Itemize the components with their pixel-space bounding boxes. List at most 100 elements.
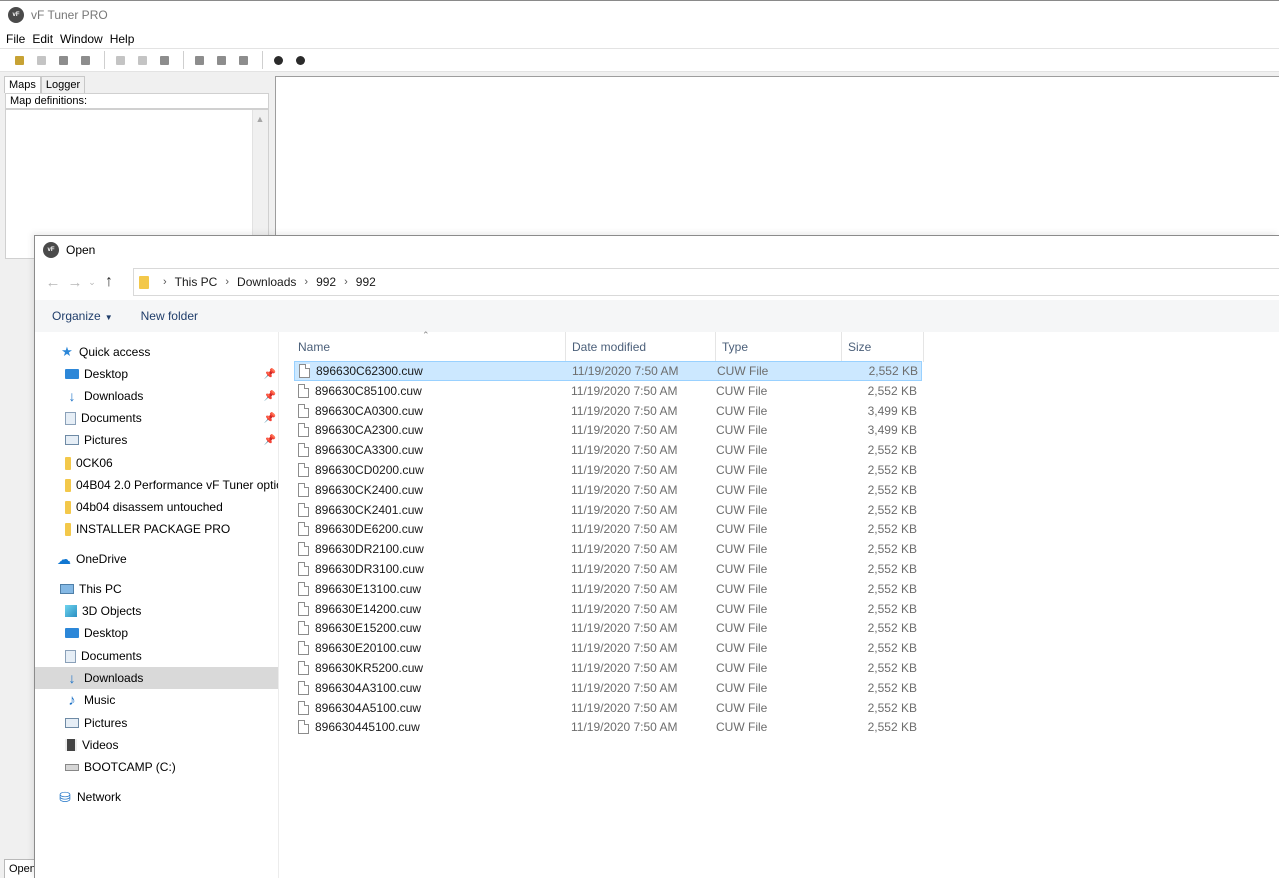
nav-pictures[interactable]: Pictures — [35, 712, 278, 734]
menu-edit[interactable]: Edit — [32, 32, 53, 46]
cascade-icon[interactable] — [190, 51, 208, 69]
app-logo: vF — [43, 242, 59, 258]
scroll-up-icon[interactable]: ▲ — [252, 110, 268, 128]
paste-icon[interactable] — [155, 51, 173, 69]
file-row[interactable]: 896630E13100.cuw 11/19/2020 7:50 AM CUW Fi… — [294, 579, 922, 599]
file-row[interactable]: 896630E14200.cuw 11/19/2020 7:50 AM CUW Fi… — [294, 599, 922, 619]
app-title: vF Tuner PRO — [31, 8, 108, 22]
copy-icon[interactable] — [133, 51, 151, 69]
new-folder-button[interactable]: New folder — [141, 309, 198, 323]
file-row[interactable]: 896630445100.cuw 11/19/2020 7:50 AM CUW Fi… — [294, 717, 922, 737]
file-icon — [298, 700, 309, 715]
file-row[interactable]: 896630DE6200.cuw 11/19/2020 7:50 AM CUW Fi… — [294, 519, 922, 539]
chevron-right-icon[interactable]: › — [344, 276, 348, 288]
tile-vertical-icon[interactable] — [234, 51, 252, 69]
pictures-icon — [65, 718, 79, 728]
forward-arrow-icon[interactable]: → — [64, 271, 86, 293]
nav-quick-pictures[interactable]: Pictures 📌 — [35, 429, 278, 451]
organize-button[interactable]: Organize ▼ — [52, 309, 113, 323]
file-row[interactable]: 896630CA0300.cuw 11/19/2020 7:50 AM CUW Fi… — [294, 401, 922, 421]
pin-icon[interactable]: 📌 — [264, 413, 276, 424]
connect-icon[interactable] — [269, 51, 287, 69]
file-row[interactable]: 896630KR5200.cuw 11/19/2020 7:50 AM CUW Fi… — [294, 658, 922, 678]
file-row[interactable]: 896630DR2100.cuw 11/19/2020 7:50 AM CUW Fi… — [294, 539, 922, 559]
file-date-cell: 11/19/2020 7:50 AM — [571, 542, 678, 557]
file-icon — [298, 601, 309, 616]
file-name: 896630CA0300.cuw — [315, 403, 424, 418]
file-size-cell: 2,552 KB — [867, 383, 917, 398]
file-row[interactable]: 896630CA3300.cuw 11/19/2020 7:50 AM CUW Fi… — [294, 440, 922, 460]
nav-music[interactable]: ♪ Music — [35, 689, 278, 711]
file-row[interactable]: 896630CK2401.cuw 11/19/2020 7:50 AM CUW Fi… — [294, 500, 922, 520]
file-row[interactable]: 896630DR3100.cuw 11/19/2020 7:50 AM CUW Fi… — [294, 559, 922, 579]
nav-quick-downloads[interactable]: ↓ Downloads 📌 — [35, 385, 278, 407]
file-row[interactable]: 896630CA2300.cuw 11/19/2020 7:50 AM CUW Fi… — [294, 420, 922, 440]
nav-downloads[interactable]: ↓ Downloads — [35, 667, 278, 689]
nav-quick-desktop[interactable]: Desktop 📌 — [35, 363, 278, 385]
nav-3d-objects[interactable]: 3D Objects — [35, 600, 278, 622]
tune-icon[interactable] — [291, 51, 309, 69]
nav-quick-documents[interactable]: Documents 📌 — [35, 407, 278, 429]
chevron-right-icon[interactable]: › — [304, 276, 308, 288]
nav-network[interactable]: ⛁ Network — [35, 786, 278, 808]
pin-icon[interactable]: 📌 — [264, 369, 276, 380]
recent-locations-chevron-icon[interactable]: ⌄ — [86, 271, 98, 293]
tab-maps[interactable]: Maps — [4, 76, 41, 93]
file-type-cell: CUW File — [716, 661, 768, 675]
column-header-date[interactable]: Date modified — [566, 332, 716, 362]
back-arrow-icon[interactable]: ← — [42, 271, 64, 293]
tab-logger[interactable]: Logger — [40, 76, 86, 93]
nav-quick-folder-installer[interactable]: INSTALLER PACKAGE PRO — [35, 518, 278, 540]
nav-label: Desktop — [84, 626, 129, 640]
column-header-type[interactable]: Type — [716, 332, 842, 362]
file-row[interactable]: 8966304A5100.cuw 11/19/2020 7:50 AM CUW Fi… — [294, 698, 922, 718]
file-row[interactable]: 896630CD0200.cuw 11/19/2020 7:50 AM CUW Fi… — [294, 460, 922, 480]
pin-icon[interactable]: 📌 — [264, 435, 276, 446]
file-icon — [298, 661, 309, 675]
file-row[interactable]: 896630CK2400.cuw 11/19/2020 7:50 AM CUW Fi… — [294, 480, 922, 500]
save-all-icon[interactable] — [76, 51, 94, 69]
breadcrumb-this-pc[interactable]: This PC — [175, 275, 218, 289]
breadcrumb-992[interactable]: 992 — [316, 275, 336, 289]
file-row[interactable]: 896630C85100.cuw 11/19/2020 7:50 AM CUW Fi… — [294, 381, 922, 401]
nav-videos[interactable]: Videos — [35, 734, 278, 756]
chevron-right-icon[interactable]: › — [225, 276, 229, 288]
save-icon[interactable] — [54, 51, 72, 69]
file-icon — [299, 364, 310, 378]
file-name: 896630CK2400.cuw — [315, 482, 424, 497]
up-arrow-icon[interactable]: ↑ — [98, 271, 120, 293]
nav-label: 3D Objects — [82, 604, 142, 618]
nav-desktop[interactable]: Desktop — [35, 622, 278, 644]
tile-horizontal-icon[interactable] — [212, 51, 230, 69]
toolbar — [0, 48, 1279, 72]
file-size-cell: 2,552 KB — [867, 502, 917, 517]
nav-quick-folder-04b04-performance[interactable]: 04B04 2.0 Performance vF Tuner options — [35, 474, 278, 496]
nav-quick-folder-0ck06[interactable]: 0CK06 — [35, 452, 278, 474]
file-row[interactable]: 896630C62300.cuw 11/19/2020 7:50 AM CUW Fi… — [294, 361, 922, 381]
column-header-size[interactable]: Size — [842, 332, 924, 362]
column-header-name[interactable]: Name — [292, 332, 566, 362]
address-bar[interactable]: › This PC › Downloads › 992 › 992 — [133, 268, 1279, 296]
menu-window[interactable]: Window — [60, 32, 103, 46]
file-row[interactable]: 8966304A3100.cuw 11/19/2020 7:50 AM CUW Fi… — [294, 678, 922, 698]
pin-icon[interactable]: 📌 — [264, 391, 276, 402]
cut-icon[interactable] — [111, 51, 129, 69]
nav-onedrive[interactable]: ☁ OneDrive — [35, 548, 278, 570]
nav-label: 0CK06 — [76, 456, 113, 470]
nav-this-pc[interactable]: This PC — [35, 578, 278, 600]
file-row[interactable]: 896630E15200.cuw 11/19/2020 7:50 AM CUW Fi… — [294, 618, 922, 638]
nav-documents[interactable]: Documents — [35, 645, 278, 667]
file-name: 896630CA3300.cuw — [315, 443, 424, 458]
nav-quick-access[interactable]: ★ Quick access — [35, 341, 278, 363]
breadcrumb-downloads[interactable]: Downloads — [237, 275, 296, 289]
menu-help[interactable]: Help — [110, 32, 135, 46]
nav-quick-folder-04b04-disassem[interactable]: 04b04 disassem untouched — [35, 496, 278, 518]
menu-file[interactable]: File — [6, 32, 25, 46]
breadcrumb-992-current[interactable]: 992 — [356, 275, 376, 289]
open-recent-icon[interactable] — [32, 51, 50, 69]
file-row[interactable]: 896630E20100.cuw 11/19/2020 7:50 AM CUW Fi… — [294, 638, 922, 658]
file-name-cell: 896630CD0200.cuw — [294, 460, 562, 480]
file-name-cell: 896630C85100.cuw — [294, 381, 562, 401]
open-file-icon[interactable] — [10, 51, 28, 69]
nav-bootcamp-drive[interactable]: BOOTCAMP (C:) — [35, 756, 278, 778]
